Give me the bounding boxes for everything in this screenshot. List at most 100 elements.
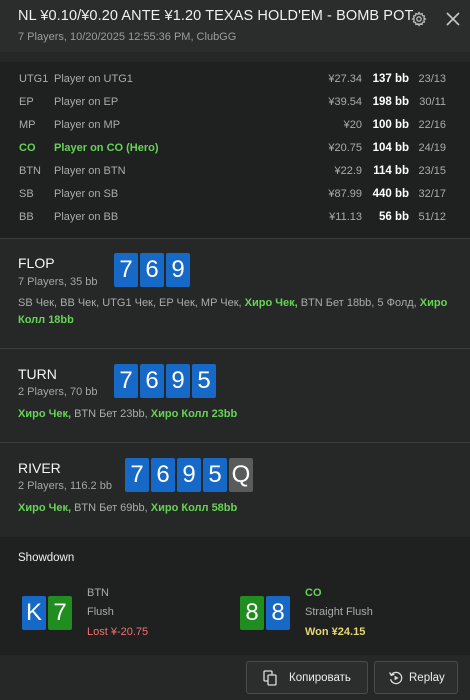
replay-button[interactable]: Replay [374,661,458,694]
player-name: Player on SB [54,188,119,200]
action-item: Хиро Колл 58bb [150,502,238,514]
player-position: MP [19,119,36,131]
player-row: BB Player on BB ¥11.13 56 bb 51/12 [0,207,470,229]
player-name: Player on EP [54,96,119,108]
action-item: SB Чек, [18,297,61,309]
player-name: Player on BB [54,211,119,223]
player-stack-bb: 114 bb [373,165,409,177]
showdown-right-result: Won ¥24.15 [305,626,366,638]
player-name: Player on MP [54,119,121,131]
hand-title: NL ¥0.10/¥0.20 ANTE ¥1.20 TEXAS HOLD'EM … [18,8,414,24]
card: 7 [125,458,149,492]
close-icon[interactable] [444,10,462,28]
copy-button[interactable]: Копировать [246,661,368,694]
player-stack-money: ¥39.54 [328,96,362,108]
player-stack-bb: 440 bb [372,188,409,200]
action-item: Хиро Чек, [244,297,301,309]
player-stack-money: ¥22.9 [334,165,362,177]
player-row: SB Player on SB ¥87.99 440 bb 32/17 [0,184,470,206]
card: K [22,596,46,630]
player-stats: 23/15 [418,165,446,177]
card: 7 [114,364,138,398]
copy-icon [263,670,277,686]
player-stack-money: ¥20.75 [328,142,362,154]
player-position: BB [19,211,34,223]
showdown-right-hand: Straight Flush [305,606,373,618]
player-stats: 23/13 [418,73,446,85]
card: 7 [48,596,72,630]
player-name: Player on CO (Hero) [54,142,159,154]
card: 5 [192,364,216,398]
action-item: Хиро Колл 23bb [150,408,238,420]
card: Q [229,458,253,492]
card: 7 [114,253,138,287]
river-section: RIVER 2 Players, 116.2 bb 7695Q Хиро Чек… [0,443,470,537]
hand-subtitle: 7 Players, 10/20/2025 12:55:36 PM, ClubG… [18,31,237,43]
player-position: CO [19,142,36,154]
player-position: BTN [19,165,41,177]
flop-title: FLOP [18,255,55,271]
player-stats: 24/19 [418,142,446,154]
showdown-right-cards: 88 [240,596,292,630]
showdown-title: Showdown [18,552,75,564]
river-actions: Хиро Чек, BTN Бет 69bb, Хиро Колл 58bb [18,500,448,517]
card: 6 [151,458,175,492]
player-stack-bb: 137 bb [372,73,409,85]
player-position: SB [19,188,34,200]
player-row: BTN Player on BTN ¥22.9 114 bb 23/15 [0,161,470,183]
player-row: EP Player on EP ¥39.54 198 bb 30/11 [0,92,470,114]
replay-button-label: Replay [409,672,445,684]
showdown-right-position: CO [305,587,322,599]
action-item: BB Чек, [60,297,103,309]
player-stats: 30/11 [419,96,446,108]
card: 6 [140,364,164,398]
flop-board: 769 [114,253,192,287]
showdown-left-position: BTN [87,587,109,599]
turn-board: 7695 [114,364,218,398]
replay-icon [389,671,403,685]
action-item: MP Чек, [200,297,245,309]
player-stats: 22/16 [418,119,446,131]
action-item: EP Чек, [159,297,201,309]
action-item: BTN Бет 18bb, [300,297,378,309]
player-stats: 32/17 [418,188,446,200]
action-item: Хиро Чек, [18,408,75,420]
player-position: EP [19,96,34,108]
card: 9 [166,253,190,287]
player-stack-bb: 100 bb [372,119,409,131]
player-stack-bb: 104 bb [372,142,409,154]
card: 8 [240,596,264,630]
player-name: Player on BTN [54,165,126,177]
player-stack-money: ¥27.34 [328,73,362,85]
action-item: Хиро Чек, [18,502,75,514]
player-name: Player on UTG1 [54,73,133,85]
flop-info: 7 Players, 35 bb [18,276,98,288]
card: 6 [140,253,164,287]
player-row: CO Player on CO (Hero) ¥20.75 104 bb 24/19 [0,138,470,160]
showdown-left-cards: K7 [22,596,74,630]
river-board: 7695Q [125,458,255,492]
player-row: MP Player on MP ¥20 100 bb 22/16 [0,115,470,137]
player-position: UTG1 [19,73,49,85]
player-stack-money: ¥11.13 [329,211,362,223]
action-item: BTN Бет 23bb, [74,408,151,420]
gear-icon[interactable] [411,11,427,27]
player-stack-bb: 198 bb [372,96,409,108]
card: 8 [266,596,290,630]
turn-title: TURN [18,366,57,382]
flop-actions: SB Чек, BB Чек, UTG1 Чек, EP Чек, MP Чек… [18,295,448,329]
copy-button-label: Копировать [289,672,351,684]
player-row: UTG1 Player on UTG1 ¥27.34 137 bb 23/13 [0,69,470,91]
flop-section: FLOP 7 Players, 35 bb 769 SB Чек, BB Чек… [0,239,470,347]
action-item: 5 Фолд, [377,297,420,309]
player-stats: 51/12 [418,211,446,223]
turn-actions: Хиро Чек, BTN Бет 23bb, Хиро Колл 23bb [18,406,448,423]
action-item: BTN Бет 69bb, [74,502,151,514]
action-item: UTG1 Чек, [102,297,159,309]
player-stack-bb: 56 bb [378,211,409,223]
showdown-left-result: Lost ¥-20.75 [87,626,149,638]
showdown-left-hand: Flush [87,606,114,618]
player-stack-money: ¥20 [343,119,362,131]
card: 9 [166,364,190,398]
card: 9 [177,458,201,492]
